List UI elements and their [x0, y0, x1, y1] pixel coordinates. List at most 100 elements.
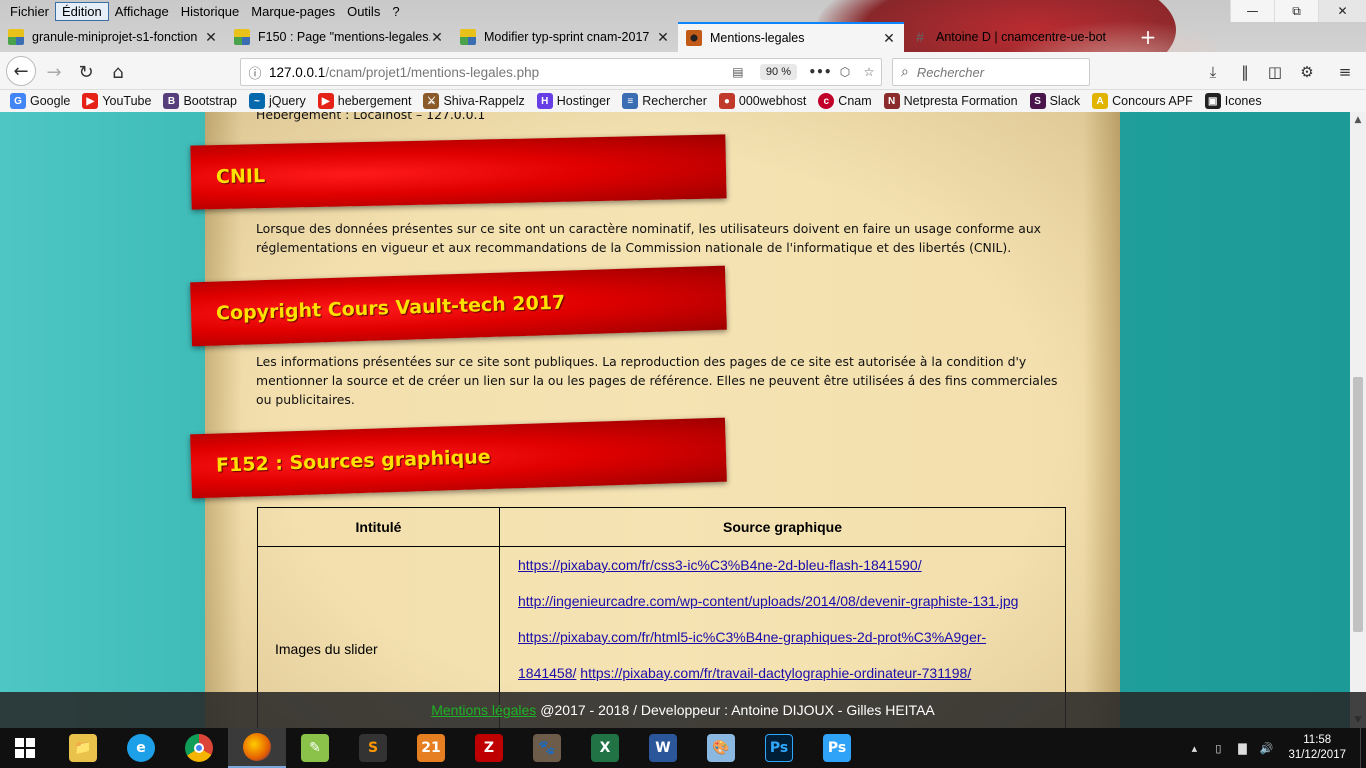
bookmark-jquery[interactable]: ~ jQuery [248, 93, 306, 109]
extension-gear-icon[interactable]: ⚙ [1296, 62, 1318, 82]
back-button[interactable]: ← [6, 56, 36, 86]
tray-device-icon[interactable]: ▯ [1206, 742, 1230, 755]
url-bar[interactable]: ⓘ 127.0.0.1/cnam/projet1/mentions-legale… [240, 58, 882, 86]
menu-outils[interactable]: Outils [341, 3, 386, 20]
info-icon[interactable]: ⓘ [241, 63, 269, 82]
menu-fichier[interactable]: Fichier [4, 3, 55, 20]
bookmark-bootstrap[interactable]: B Bootstrap [163, 93, 237, 109]
source-link[interactable]: 1841458/ [518, 665, 576, 681]
forward-button[interactable]: → [40, 58, 68, 86]
taskbar-gimp[interactable]: 🐾 [518, 728, 576, 768]
pocket-icon[interactable]: ⬡ [833, 65, 857, 79]
minimize-button[interactable]: — [1230, 0, 1274, 22]
bookmark-label: Concours APF [1112, 94, 1193, 108]
source-link[interactable]: http://ingenieurcadre.com/wp-content/upl… [518, 593, 1018, 609]
network-icon[interactable]: ▇ [1230, 742, 1254, 755]
bookmark-rechercher[interactable]: ≡ Rechercher [622, 93, 707, 109]
tab-bar: granule-miniprojet-s1-fonction ✕ F150 : … [0, 22, 1366, 52]
gimp-icon: 🐾 [533, 734, 561, 762]
bookmark-hostinger[interactable]: H Hostinger [536, 93, 610, 109]
taskbar-excel[interactable]: X [576, 728, 634, 768]
show-desktop-button[interactable] [1360, 728, 1366, 768]
footer-mentions-link[interactable]: Mentions légales [431, 702, 536, 718]
bookmark-label: Netpresta Formation [903, 94, 1018, 108]
home-button[interactable]: ⌂ [104, 58, 132, 86]
zoom-indicator[interactable]: 90 % [759, 64, 797, 80]
filezilla-icon: Z [475, 734, 503, 762]
bookmark-000webhost[interactable]: ● 000webhost [718, 93, 806, 109]
bookmark-hebergement[interactable]: ▶ hebergement [317, 93, 411, 109]
tab-mentions-legales[interactable]: Mentions-legales ✕ [678, 22, 904, 52]
taskbar-notepadpp[interactable]: ✎ [286, 728, 344, 768]
menu-edition[interactable]: Édition [55, 1, 109, 21]
taskbar-chrome[interactable] [170, 728, 228, 768]
source-link[interactable]: https://pixabay.com/fr/css3-ic%C3%B4ne-2… [518, 557, 922, 573]
bookmark-netpresta[interactable]: N Netpresta Formation [883, 93, 1018, 109]
taskbar-photoshop[interactable]: Ps [750, 728, 808, 768]
taskbar-photoshop-2[interactable]: Ps [808, 728, 866, 768]
start-button[interactable] [0, 728, 50, 768]
tray-chevron-up-icon[interactable]: ▴ [1182, 742, 1206, 755]
bookmark-star-icon[interactable]: ☆ [857, 65, 881, 79]
tab-antoine-slack[interactable]: # Antoine D | cnamcentre-ue-bot [904, 22, 1130, 52]
footer-credits: @2017 - 2018 / Developpeur : Antoine DIJ… [540, 702, 935, 718]
section-title: Copyright Cours Vault-tech 2017 [215, 291, 566, 325]
menu-marque-pages[interactable]: Marque-pages [245, 3, 341, 20]
reader-view-icon[interactable]: ▤ [726, 65, 750, 79]
youtube-icon: ▶ [317, 93, 334, 109]
taskbar-paint[interactable]: 🎨 [692, 728, 750, 768]
tab-modifier[interactable]: Modifier typ-sprint cnam-2017 ✕ [452, 22, 678, 52]
library-icon[interactable]: ‖ [1234, 62, 1256, 82]
tray-clock[interactable]: 11:58 31/12/2017 [1278, 733, 1360, 763]
search-bar[interactable]: ⌕ Rechercher [892, 58, 1090, 86]
new-tab-button[interactable]: + [1130, 22, 1166, 52]
volume-icon[interactable]: 🔊 [1254, 742, 1278, 755]
taskbar-sublime[interactable]: S [344, 728, 402, 768]
menu-affichage[interactable]: Affichage [109, 3, 175, 20]
reload-button[interactable]: ↻ [72, 58, 100, 86]
bookmark-shiva[interactable]: ⚔ Shiva-Rappelz [423, 93, 525, 109]
netpresta-icon: N [883, 93, 900, 109]
bookmark-concours-apf[interactable]: A Concours APF [1092, 93, 1193, 109]
taskbar-firefox[interactable] [228, 728, 286, 768]
close-tab-icon[interactable]: ✕ [656, 29, 670, 46]
apf-icon: A [1092, 93, 1109, 109]
menu-bar: Fichier Édition Affichage Historique Mar… [0, 0, 406, 22]
notepadpp-icon: ✎ [301, 734, 329, 762]
close-window-button[interactable]: ✕ [1318, 0, 1366, 22]
sidebar-icon[interactable]: ◫ [1264, 62, 1286, 82]
bookmark-google[interactable]: G Google [10, 93, 70, 109]
scrollbar-thumb[interactable] [1353, 377, 1363, 632]
url-text[interactable]: 127.0.0.1/cnam/projet1/mentions-legales.… [269, 65, 726, 80]
taskbar-internet-explorer[interactable]: e [112, 728, 170, 768]
tab-f150[interactable]: F150 : Page "mentions-legales.h ✕ [226, 22, 452, 52]
bookmark-youtube[interactable]: ▶ YouTube [82, 93, 151, 109]
paint-icon: 🎨 [707, 734, 735, 762]
hamburger-menu-icon[interactable]: ≡ [1334, 62, 1356, 82]
close-tab-icon[interactable]: ✕ [882, 30, 896, 47]
close-tab-icon[interactable]: ✕ [204, 29, 218, 46]
bookmark-label: jQuery [268, 94, 306, 108]
tab-granule[interactable]: granule-miniprojet-s1-fonction ✕ [0, 22, 226, 52]
source-link[interactable]: https://pixabay.com/fr/travail-dactylogr… [580, 665, 971, 681]
bookmark-cnam[interactable]: c Cnam [818, 93, 872, 109]
search-icon: ⌕ [901, 64, 909, 80]
taskbar-word[interactable]: W [634, 728, 692, 768]
scroll-up-icon[interactable]: ▲ [1350, 112, 1366, 128]
taskbar-filezilla[interactable]: Z [460, 728, 518, 768]
menu-aide[interactable]: ? [386, 3, 405, 20]
bookmark-label: Shiva-Rappelz [443, 94, 525, 108]
page-actions-icon[interactable]: ••• [807, 65, 833, 79]
taskbar-file-explorer[interactable]: 📁 [54, 728, 112, 768]
word-icon: W [649, 734, 677, 762]
bookmark-icones[interactable]: ▣ Icones [1204, 93, 1262, 109]
maximize-button[interactable]: ⧉ [1274, 0, 1318, 22]
close-tab-icon[interactable]: ✕ [430, 29, 444, 46]
taskbar-app-21[interactable]: 21 [402, 728, 460, 768]
menu-historique[interactable]: Historique [175, 3, 246, 20]
stack-icon: ≡ [622, 93, 639, 109]
download-icon[interactable]: ⤓ [1202, 62, 1224, 82]
bookmark-slack[interactable]: S Slack [1029, 93, 1080, 109]
vertical-scrollbar[interactable]: ▲ ▼ [1350, 112, 1366, 728]
source-link[interactable]: https://pixabay.com/fr/html5-ic%C3%B4ne-… [518, 629, 986, 645]
